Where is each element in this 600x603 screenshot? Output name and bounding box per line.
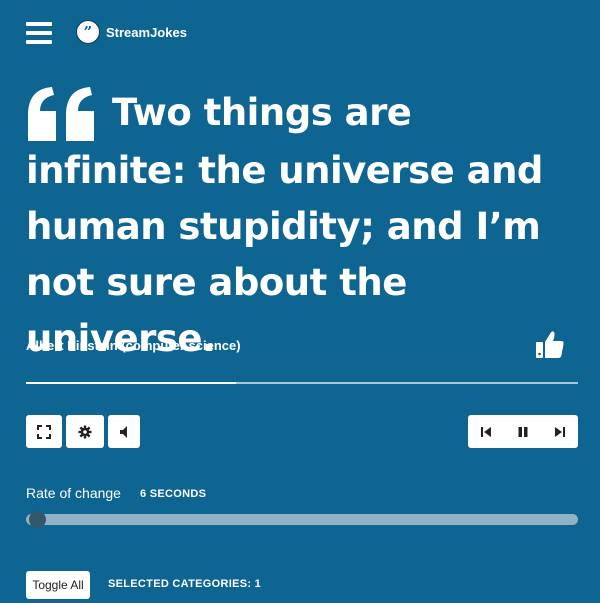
rate-of-change-value: 6 SECONDS xyxy=(140,488,207,500)
thumbs-up-icon[interactable] xyxy=(534,328,566,360)
quote-text: Two things are infinite: the universe an… xyxy=(26,91,543,360)
selected-categories-count: SELECTED CATEGORIES: 1 xyxy=(108,578,262,590)
quote: Two things are infinite: the universe an… xyxy=(26,85,581,367)
rate-slider[interactable] xyxy=(26,511,578,528)
logo-text: StreamJokes xyxy=(106,24,187,40)
quote-author: Albert Einstein (computer science) xyxy=(26,338,241,353)
skip-previous-icon xyxy=(481,426,492,437)
skip-next-icon xyxy=(554,426,565,437)
pause-button[interactable] xyxy=(508,415,538,448)
quote-progress-fill xyxy=(26,382,236,384)
logo[interactable]: ” StreamJokes xyxy=(76,20,187,44)
gear-icon xyxy=(78,425,92,438)
volume-icon xyxy=(120,425,127,438)
toggle-all-button[interactable]: Toggle All xyxy=(26,571,90,599)
fullscreen-button[interactable] xyxy=(26,415,62,448)
quote-mark-icon xyxy=(28,87,94,141)
rate-slider-handle[interactable] xyxy=(29,511,46,528)
volume-button[interactable] xyxy=(108,415,140,448)
hamburger-icon[interactable] xyxy=(26,22,52,44)
playback-controls xyxy=(468,415,578,448)
fullscreen-icon xyxy=(37,424,51,439)
settings-button[interactable] xyxy=(66,415,104,448)
next-button[interactable] xyxy=(545,415,575,448)
quote-bubble-icon: ” xyxy=(76,20,100,44)
rate-of-change-label: Rate of change xyxy=(26,485,121,501)
quote-progress-bar xyxy=(26,382,578,384)
top-bar: ” StreamJokes xyxy=(26,20,574,48)
pause-icon xyxy=(518,426,528,437)
previous-button[interactable] xyxy=(471,415,501,448)
